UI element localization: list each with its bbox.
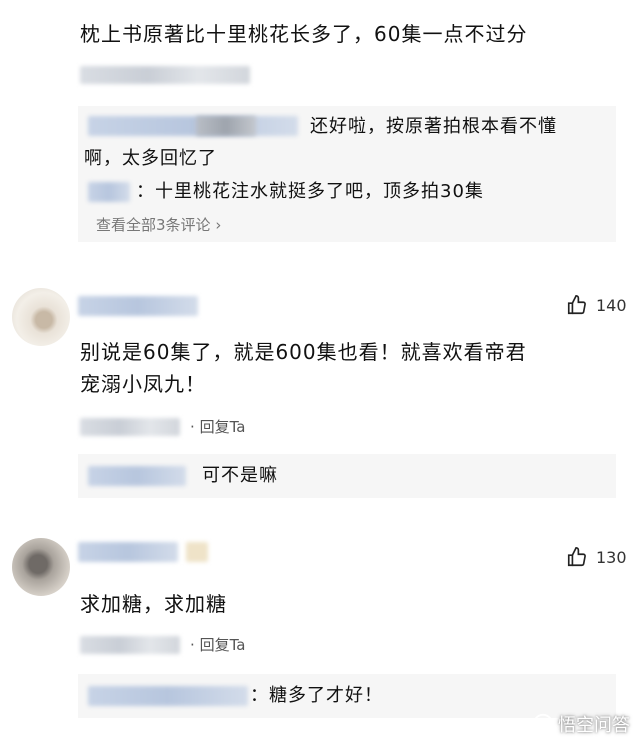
reply-icon: ·	[190, 636, 195, 654]
view-all-replies-link[interactable]: 查看全部3条评论 ›	[96, 214, 221, 235]
comment-1-meta-blurred	[80, 66, 250, 84]
comment-2-text-line2: 宠溺小凤九！	[80, 372, 206, 396]
reply-text: ：糖多了才好！	[250, 685, 383, 706]
reply-button[interactable]: · 回复Ta	[190, 416, 245, 437]
reply-text: 可不是嘛	[202, 465, 278, 486]
avatar[interactable]	[12, 288, 70, 346]
reply-username-blurred[interactable]	[88, 182, 130, 202]
reply-icon: ·	[190, 418, 195, 436]
comment-2-meta-blurred	[80, 418, 180, 436]
reply-username-blurred	[196, 116, 256, 136]
reply-1-text: 还好啦，按原著拍根本看不懂	[310, 116, 557, 137]
badge-blurred	[186, 542, 208, 562]
reply-button[interactable]: · 回复Ta	[190, 634, 245, 655]
comment-3-text: 求加糖，求加糖	[80, 592, 227, 616]
like-count: 140	[596, 295, 627, 315]
like-button[interactable]: 140	[566, 294, 627, 316]
username-blurred[interactable]	[78, 296, 198, 316]
reply-username-blurred[interactable]	[88, 116, 298, 136]
username-blurred[interactable]	[78, 542, 178, 562]
comment-1-text: 枕上书原著比十里桃花长多了，60集一点不过分	[80, 22, 528, 46]
wukong-logo-icon	[532, 713, 554, 735]
reply-1-text-line2: 啊，太多回忆了	[84, 148, 217, 169]
reply-username-blurred[interactable]	[88, 686, 248, 706]
comment-3-meta-blurred	[80, 636, 180, 654]
reply-username-blurred[interactable]	[88, 466, 186, 486]
watermark-logo: 悟空问答	[532, 711, 630, 737]
like-button[interactable]: 130	[566, 546, 627, 568]
chevron-right-icon: ›	[215, 216, 222, 234]
comment-2-text: 别说是60集了，就是600集也看！就喜欢看帝君	[80, 340, 527, 364]
reply-2-text: ：十里桃花注水就挺多了吧，顶多拍30集	[136, 181, 484, 202]
comment-1-replies: 还好啦，按原著拍根本看不懂 啊，太多回忆了 ：十里桃花注水就挺多了吧，顶多拍30…	[78, 106, 616, 242]
thumbs-up-icon	[567, 295, 586, 315]
comment-2-replies: 可不是嘛	[78, 454, 616, 498]
like-count: 130	[596, 547, 627, 567]
avatar[interactable]	[12, 538, 70, 596]
thumbs-up-icon	[567, 547, 586, 567]
